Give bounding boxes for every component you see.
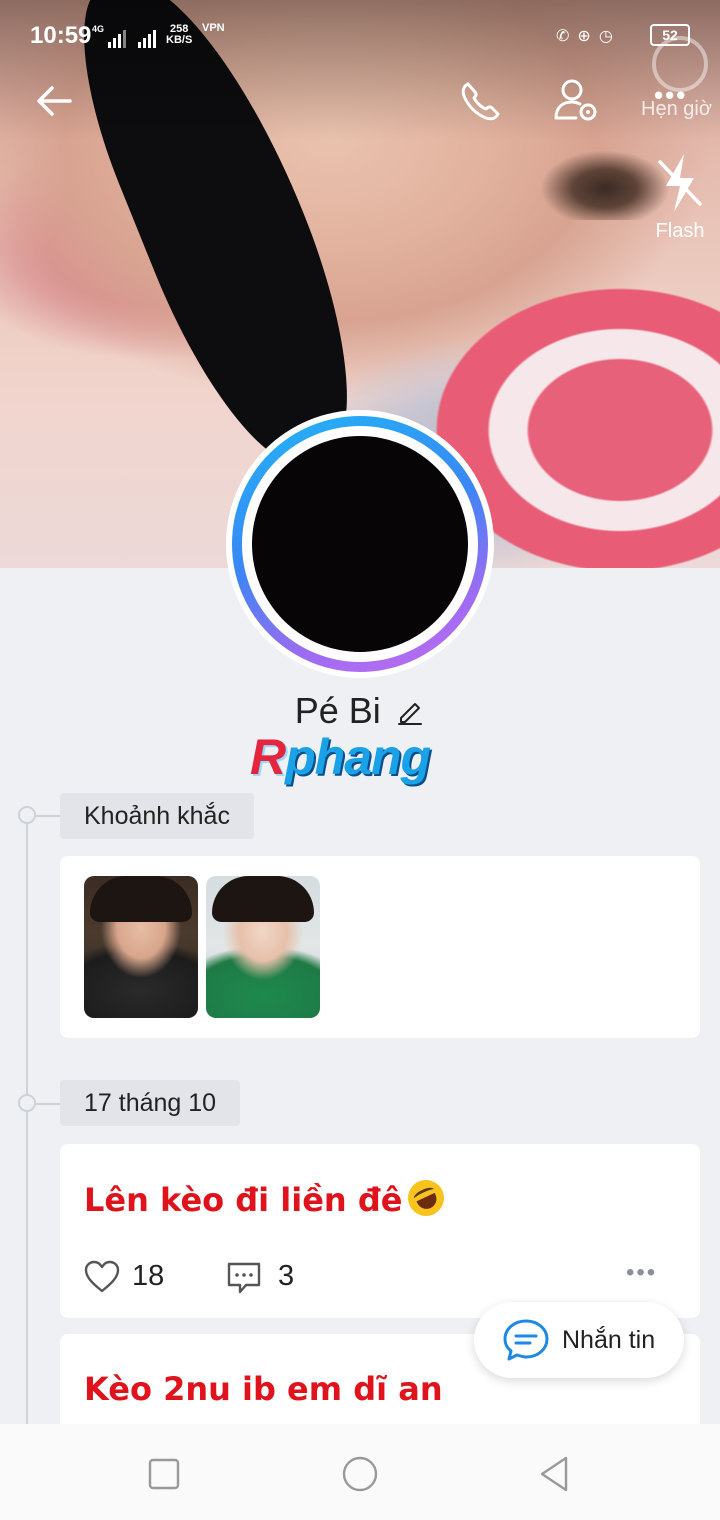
back-nav-button[interactable] — [536, 1454, 576, 1494]
vpn-indicator: VPN — [202, 22, 225, 34]
network-speed-unit: KB/S — [166, 34, 193, 46]
status-icons: ✆⊕◷ — [556, 26, 621, 46]
more-options-icon[interactable]: ••• — [626, 1261, 657, 1285]
watermark-logo: Rphang — [250, 728, 470, 788]
message-button-label: Nhắn tin — [562, 1326, 656, 1354]
network-type: 4G — [92, 24, 105, 34]
post-text: Kèo 2nu ib em dĩ an — [84, 1370, 443, 1408]
lock-rotation-icon: ⊕ — [577, 28, 599, 45]
post-text: Lên kèo đi liền đê — [84, 1174, 451, 1222]
heart-icon[interactable] — [84, 1260, 120, 1294]
system-nav-bar — [0, 1424, 720, 1520]
status-bar: 10:59 4G 258 KB/S VPN ✆⊕◷ 52 — [0, 18, 720, 58]
timeline-connector — [36, 815, 60, 817]
avatar[interactable] — [226, 410, 494, 678]
user-gear-icon — [554, 79, 597, 121]
moment-thumbnail[interactable] — [206, 876, 320, 1018]
moments-card — [60, 856, 700, 1038]
phone-icon — [461, 82, 500, 121]
profile-name-row: Pé Bi — [0, 690, 720, 732]
avatar-image — [252, 436, 468, 652]
back-button[interactable] — [30, 78, 80, 124]
comment-count: 3 — [278, 1260, 295, 1292]
recents-button[interactable] — [144, 1454, 184, 1494]
profile-settings-button[interactable] — [550, 76, 604, 126]
profile-name: Pé Bi — [294, 690, 381, 731]
timeline-dot — [18, 1094, 36, 1112]
moment-thumbnail[interactable] — [84, 876, 198, 1018]
signal-icon — [108, 30, 128, 48]
comment-icon[interactable] — [226, 1260, 262, 1296]
vibrate-icon: ✆ — [556, 28, 578, 45]
avatar-story-ring — [232, 416, 488, 672]
alarm-icon: ◷ — [598, 28, 621, 45]
signal-icon-2 — [138, 30, 158, 48]
pencil-icon — [398, 703, 423, 725]
watermark-text: phang — [285, 729, 431, 785]
like-count: 18 — [132, 1260, 165, 1292]
post-card[interactable]: Lên kèo đi liền đê 18 3 ••• — [60, 1144, 700, 1318]
timeline-connector — [36, 1103, 60, 1105]
chat-bubble-icon — [503, 1319, 549, 1361]
home-button[interactable] — [340, 1454, 380, 1494]
laughing-emoji-icon — [402, 1174, 451, 1222]
message-button[interactable]: Nhắn tin — [474, 1302, 684, 1378]
flash-off-icon — [658, 154, 702, 212]
post-actions: 18 3 ••• — [84, 1258, 684, 1298]
arrow-left-icon — [37, 86, 72, 116]
timeline-line — [26, 816, 28, 1436]
watermark-letter: R — [250, 729, 286, 785]
flash-label: Flash — [655, 220, 705, 242]
network-speed: 258 KB/S — [166, 24, 192, 46]
flash-button[interactable]: Flash — [646, 148, 714, 244]
call-button[interactable] — [454, 76, 508, 126]
post-text-content: Lên kèo đi liền đê — [84, 1181, 403, 1219]
edit-name-button[interactable] — [395, 696, 425, 726]
timer-button[interactable]: ••• Hẹn giờ — [636, 30, 720, 130]
timer-label: Hẹn giờ — [641, 98, 712, 120]
timeline-dot — [18, 806, 36, 824]
status-time: 10:59 — [30, 22, 92, 49]
date-label: 17 tháng 10 — [60, 1080, 241, 1126]
moments-label: Khoảnh khắc — [60, 793, 254, 839]
